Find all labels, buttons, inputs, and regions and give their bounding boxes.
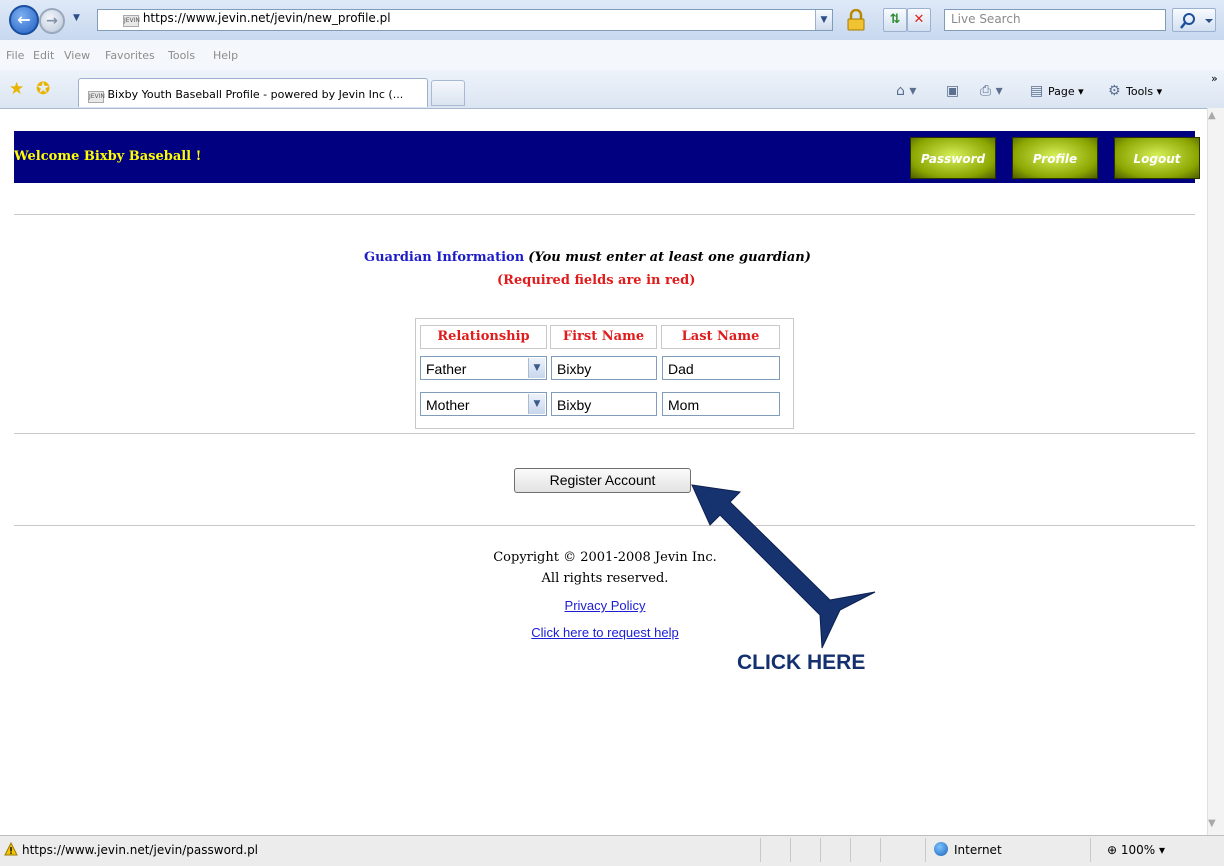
- add-favorite-icon[interactable]: ✪: [36, 79, 50, 99]
- tab-favicon-icon: JEVIN: [88, 91, 105, 103]
- scroll-down-icon[interactable]: ▼: [1208, 818, 1216, 829]
- column-header-first-name: First Name: [550, 325, 657, 349]
- lock-icon[interactable]: [846, 9, 866, 31]
- relationship-select-2[interactable]: Mother ▼: [420, 392, 547, 416]
- menu-bar: File Edit View Favorites Tools Help: [0, 40, 1224, 71]
- page-menu-label: Page: [1048, 85, 1075, 98]
- relationship-select-1[interactable]: Father ▼: [420, 356, 547, 380]
- status-divider: [820, 838, 821, 862]
- forward-arrow-icon: →: [46, 13, 58, 29]
- print-icon[interactable]: ⎙ ▾: [980, 83, 1003, 99]
- first-name-input-1[interactable]: Bixby: [551, 356, 657, 380]
- status-divider: [760, 838, 761, 862]
- page-menu[interactable]: Page ▾: [1048, 85, 1084, 98]
- divider: [14, 214, 1195, 215]
- guardian-title: Guardian Information: [364, 250, 525, 265]
- feeds-icon[interactable]: ▣: [946, 83, 959, 99]
- menu-help[interactable]: Help: [213, 49, 238, 62]
- guardian-note: (You must enter at least one guardian): [528, 250, 811, 265]
- scroll-up-icon[interactable]: ▲: [1208, 110, 1216, 121]
- url-dropdown-icon[interactable]: ▼: [815, 10, 832, 30]
- menu-edit[interactable]: Edit: [33, 49, 54, 62]
- profile-link[interactable]: Profile: [1012, 137, 1098, 179]
- column-header-relationship: Relationship: [420, 325, 547, 349]
- status-divider: [1090, 838, 1091, 862]
- last-name-value: Mom: [668, 397, 700, 413]
- column-header-last-name: Last Name: [661, 325, 780, 349]
- password-link[interactable]: Password: [910, 137, 996, 179]
- status-divider: [925, 838, 926, 862]
- first-name-value: Bixby: [557, 397, 592, 413]
- zoom-level[interactable]: ⊕ 100% ▾: [1107, 843, 1165, 857]
- more-chevron-icon[interactable]: »: [1211, 72, 1218, 85]
- status-divider: [790, 838, 791, 862]
- history-dropdown-icon[interactable]: ▼: [73, 13, 80, 23]
- home-icon[interactable]: ⌂ ▾: [896, 83, 916, 99]
- menu-favorites[interactable]: Favorites: [105, 49, 155, 62]
- chevron-down-icon[interactable]: ▼: [528, 358, 545, 378]
- page-icon: ▤: [1030, 83, 1044, 99]
- menu-view[interactable]: View: [64, 49, 90, 62]
- relationship-value: Mother: [426, 397, 470, 413]
- chevron-down-icon[interactable]: ▼: [528, 394, 545, 414]
- tools-gear-icon: ⚙: [1108, 83, 1121, 99]
- status-divider: [880, 838, 881, 862]
- url-display: JEVIN https://www.jevin.net/jevin/new_pr…: [123, 11, 391, 27]
- menu-tools[interactable]: Tools: [168, 49, 195, 62]
- first-name-input-2[interactable]: Bixby: [551, 392, 657, 416]
- menu-file[interactable]: File: [6, 49, 24, 62]
- internet-globe-icon: [934, 842, 948, 856]
- register-account-button[interactable]: Register Account: [514, 468, 691, 493]
- search-placeholder: Live Search: [951, 12, 1021, 26]
- tools-menu-label: Tools: [1126, 85, 1154, 98]
- security-zone: Internet: [954, 843, 1002, 857]
- tab-title: Bixby Youth Baseball Profile - powered b…: [107, 88, 404, 101]
- new-tab-button[interactable]: [431, 80, 465, 106]
- back-arrow-icon: ←: [17, 10, 31, 29]
- site-favicon-icon: JEVIN: [123, 15, 140, 27]
- favorites-star-icon[interactable]: ★: [9, 79, 24, 99]
- logout-link[interactable]: Logout: [1114, 137, 1200, 179]
- search-icon: [1180, 13, 1213, 29]
- refresh-button[interactable]: ⇅: [883, 8, 907, 32]
- url-text: https://www.jevin.net/jevin/new_profile.…: [142, 11, 391, 25]
- zoom-value: 100%: [1120, 843, 1156, 857]
- search-button[interactable]: [1172, 8, 1216, 32]
- divider: [14, 433, 1195, 434]
- back-button[interactable]: ←: [9, 5, 39, 35]
- click-here-annotation: CLICK HERE: [737, 651, 866, 674]
- status-url: https://www.jevin.net/jevin/password.pl: [22, 843, 259, 857]
- required-fields-note: (Required fields are in red): [497, 273, 696, 288]
- tools-menu[interactable]: Tools ▾: [1126, 85, 1162, 98]
- last-name-input-2[interactable]: Mom: [662, 392, 780, 416]
- annotation-arrow-icon: [691, 484, 876, 649]
- first-name-value: Bixby: [557, 361, 592, 377]
- forward-button[interactable]: →: [39, 8, 65, 34]
- relationship-value: Father: [426, 361, 467, 377]
- last-name-input-1[interactable]: Dad: [662, 356, 780, 380]
- vertical-scrollbar[interactable]: [1207, 108, 1224, 835]
- last-name-value: Dad: [668, 361, 694, 377]
- guardian-heading: Guardian Information (You must enter at …: [364, 250, 811, 265]
- status-divider: [850, 838, 851, 862]
- tab-label: JEVIN Bixby Youth Baseball Profile - pow…: [88, 88, 403, 103]
- warning-icon: [4, 842, 18, 856]
- divider: [14, 525, 1195, 526]
- welcome-text: Welcome Bixby Baseball !: [14, 149, 202, 164]
- stop-button[interactable]: ✕: [907, 8, 931, 32]
